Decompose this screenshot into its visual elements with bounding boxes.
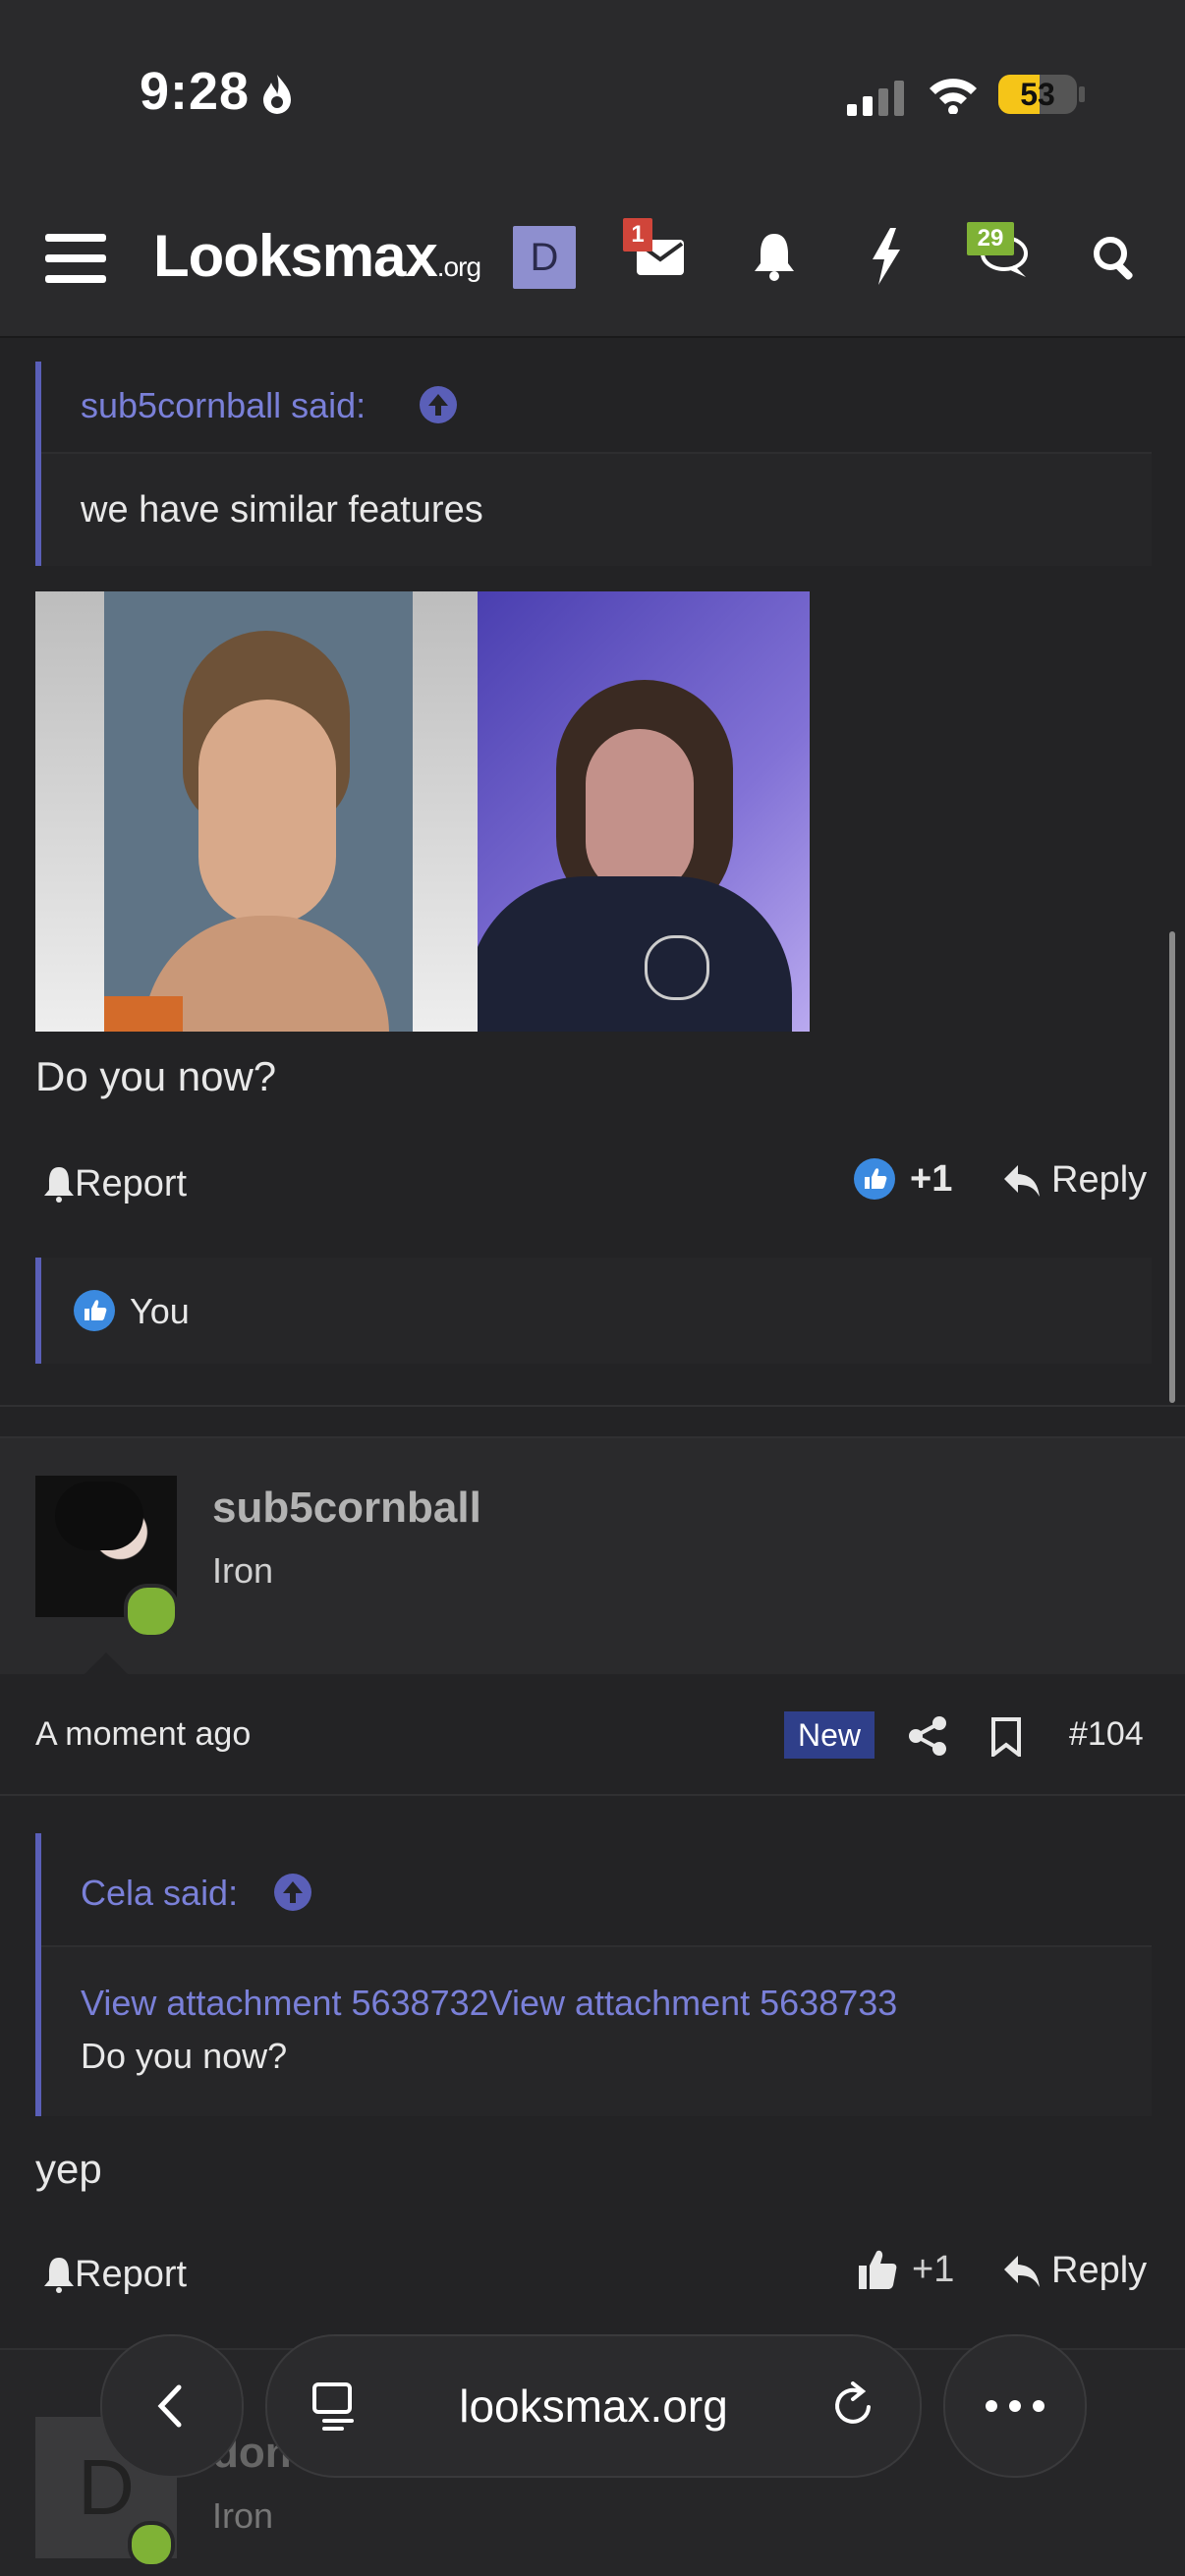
battery-indicator: 53 (998, 75, 1077, 114)
quote-block: Cela said: View attachment 5638732View a… (35, 1833, 1152, 2116)
more-options-button[interactable] (943, 2334, 1087, 2478)
like-icon (74, 1290, 115, 1331)
post-timestamp[interactable]: A moment ago (35, 1715, 251, 1754)
post-author-block: sub5cornball Iron (0, 1438, 1185, 1676)
attachment-image-selfie[interactable] (478, 591, 810, 1032)
reply-icon (1004, 2255, 1040, 2287)
hamburger-menu-icon[interactable] (45, 232, 106, 285)
like-icon (854, 1158, 895, 1200)
post-body: Do you now? (35, 1053, 277, 1099)
reply-icon (1004, 1164, 1040, 1197)
wifi-icon (930, 79, 977, 114)
attachment-link[interactable]: View attachment 5638733 (489, 1983, 898, 2023)
back-button[interactable] (100, 2334, 244, 2478)
site-logo[interactable]: Looksmax.org (153, 222, 481, 290)
chevron-left-icon (157, 2384, 182, 2428)
user-avatar-button[interactable]: D (513, 226, 576, 289)
post-divider (0, 1794, 1185, 1796)
more-dots-icon (986, 2400, 1044, 2412)
new-badge: New (784, 1711, 875, 1759)
like-button[interactable]: +1 (857, 2248, 954, 2291)
post-body: yep (35, 2146, 102, 2192)
thumbs-up-icon (859, 2250, 897, 2289)
reactions-by: You (130, 1291, 190, 1331)
report-button[interactable]: Report (43, 2250, 187, 2299)
author-pointer (83, 1652, 130, 1676)
user-rank: Iron (212, 2495, 274, 2536)
inbox-badge: 1 (623, 218, 652, 252)
chat-badge: 29 (967, 222, 1014, 255)
jump-to-quote-icon[interactable] (273, 1873, 312, 1912)
quote-header: Cela said: (41, 1833, 1152, 1947)
url-text[interactable]: looksmax.org (267, 2380, 920, 2433)
reply-button[interactable]: Reply (1002, 1159, 1147, 1202)
signal-icon (847, 81, 904, 116)
quote-text: we have similar features (81, 489, 483, 531)
battery-cap (1079, 86, 1085, 102)
attachment-image-mugshot[interactable] (35, 591, 478, 1032)
report-button[interactable]: Report (43, 1159, 187, 1208)
attachment-links: View attachment 5638732View attachment 5… (81, 1983, 897, 2024)
report-bell-icon (44, 2258, 74, 2293)
username[interactable]: sub5cornball (212, 1484, 481, 1533)
fire-icon (263, 75, 291, 114)
quote-author[interactable]: Cela said: (81, 1873, 238, 1914)
quote-text: Do you now? (81, 2036, 288, 2076)
report-bell-icon (44, 1167, 74, 1203)
reactions-list[interactable]: You (35, 1258, 1152, 1364)
reply-button[interactable]: Reply (1002, 2250, 1147, 2292)
quote-block: sub5cornball said: we have similar featu… (35, 362, 1152, 566)
like-reaction-button[interactable]: +1 (853, 1157, 952, 1201)
reload-icon[interactable] (829, 2381, 878, 2431)
bookmark-icon[interactable] (990, 1717, 1022, 1757)
site-header: Looksmax.org D 1 29 (0, 196, 1185, 338)
jump-to-quote-icon[interactable] (419, 385, 458, 424)
user-rank: Iron (212, 1550, 274, 1591)
post-divider (0, 1405, 1185, 1407)
address-bar[interactable]: looksmax.org (265, 2334, 922, 2478)
lightning-icon[interactable] (871, 228, 902, 285)
online-status-indicator (124, 1584, 179, 1639)
search-icon[interactable] (1091, 234, 1138, 281)
bell-icon[interactable] (753, 230, 796, 281)
attachment-link[interactable]: View attachment 5638732 (81, 1983, 489, 2023)
clock: 9:28 (140, 62, 251, 121)
quote-author[interactable]: sub5cornball said: (81, 385, 366, 426)
online-status-indicator (128, 2521, 175, 2568)
quote-header: sub5cornball said: (41, 362, 1152, 454)
post-number[interactable]: #104 (1069, 1715, 1144, 1754)
share-icon[interactable] (908, 1715, 947, 1757)
status-bar: 9:28 53 (0, 0, 1185, 196)
scrollbar[interactable] (1169, 931, 1175, 1403)
